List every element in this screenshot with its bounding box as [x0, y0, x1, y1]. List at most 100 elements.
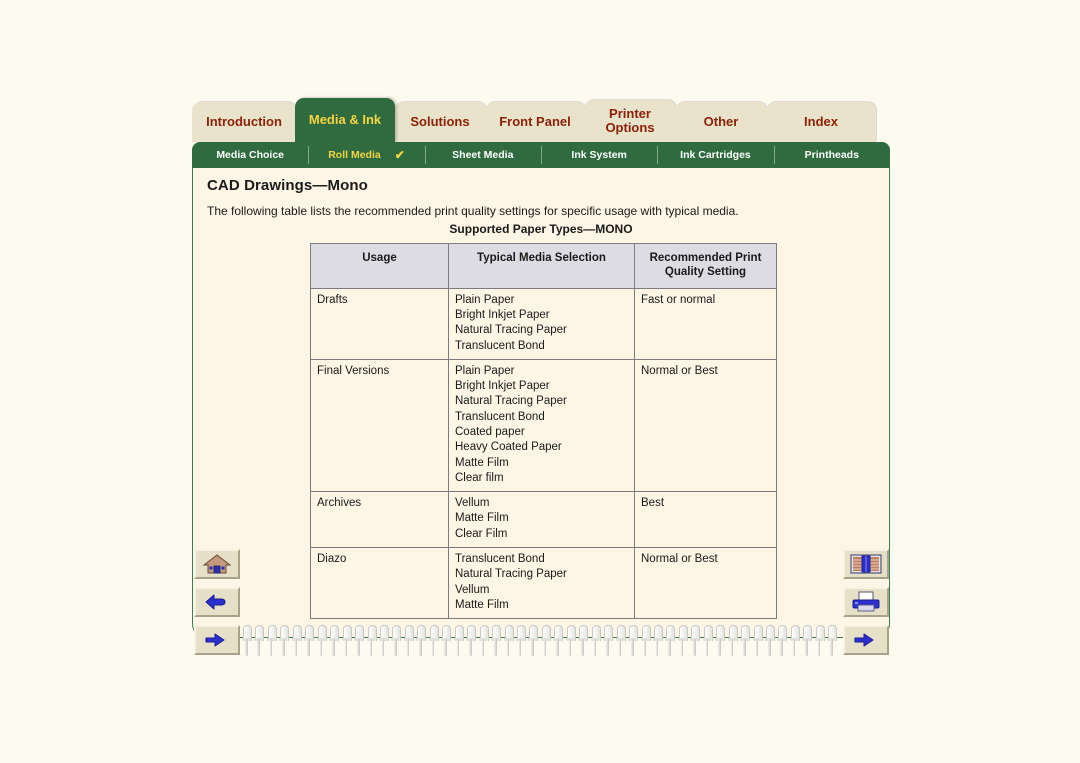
main-tab-label: Solutions — [410, 114, 470, 130]
spiral-coil — [266, 625, 277, 659]
spiral-coil — [765, 625, 776, 659]
media-item: Translucent Bond — [455, 552, 545, 565]
media-item: Translucent Bond — [455, 410, 545, 423]
home-button[interactable] — [194, 549, 240, 579]
main-tab-label: Front Panel — [499, 114, 571, 130]
forward-hand-icon — [205, 633, 225, 647]
sub-tab-printheads[interactable]: Printheads — [773, 142, 890, 168]
table-row: Archives Vellum Matte Film Clear Film Be… — [310, 491, 777, 548]
media-item: Heavy Coated Paper — [455, 441, 562, 454]
main-tab-strip: Introduction Media & Ink Solutions Front… — [192, 98, 890, 142]
spiral-coil — [291, 625, 302, 659]
main-tab-introduction[interactable]: Introduction — [192, 102, 296, 142]
media-item: Clear Film — [455, 527, 508, 540]
spiral-coil — [615, 625, 626, 659]
cell-quality: Best — [634, 491, 777, 548]
bookshelf-button[interactable] — [843, 549, 889, 579]
sub-tab-label: Sheet Media — [452, 149, 514, 161]
sub-tab-ink-cartridges[interactable]: Ink Cartridges — [657, 142, 773, 168]
spiral-coil — [702, 625, 713, 659]
cell-usage: Archives — [310, 491, 449, 548]
content-page: CAD Drawings—Mono The following table li… — [192, 168, 890, 638]
main-tab-label: Index — [804, 114, 838, 130]
paper-types-table: Usage Typical Media Selection Recommende… — [310, 243, 777, 620]
spiral-coil — [441, 625, 452, 659]
spiral-coil — [378, 625, 389, 659]
spiral-coil — [628, 625, 639, 659]
home-icon — [202, 554, 232, 574]
column-header-text: Usage — [362, 252, 397, 264]
sub-tab-label: Media Choice — [216, 149, 284, 161]
column-header-text: Typical Media Selection — [477, 252, 606, 264]
back-button[interactable] — [194, 587, 240, 617]
spiral-coil — [827, 625, 838, 659]
spiral-coil — [752, 625, 763, 659]
column-header-text-line2: Quality Setting — [664, 266, 747, 279]
spiral-coil — [403, 625, 414, 659]
main-tab-front-panel[interactable]: Front Panel — [485, 102, 585, 142]
cell-usage: Drafts — [310, 287, 449, 360]
cell-media-list: Translucent Bond Natural Tracing Paper V… — [448, 546, 635, 620]
main-tab-label: Other — [703, 114, 739, 130]
printer-icon — [852, 591, 880, 612]
main-tab-media-and-ink[interactable]: Media & Ink — [295, 98, 395, 142]
spiral-coil — [802, 625, 813, 659]
sub-tab-bar: Media Choice Roll Media ✔ Sheet Media In… — [192, 142, 890, 168]
media-item: Bright Inkjet Paper — [455, 380, 550, 393]
spiral-coil — [590, 625, 601, 659]
main-tab-label: Introduction — [206, 114, 282, 130]
print-button[interactable] — [843, 587, 889, 617]
check-icon: ✔ — [394, 148, 405, 162]
spiral-coil — [416, 625, 427, 659]
main-tab-printer-options[interactable]: Printer Options — [584, 100, 676, 142]
main-tab-other[interactable]: Other — [675, 102, 767, 142]
table-row: Final Versions Plain Paper Bright Inkjet… — [310, 358, 777, 493]
forward-button[interactable] — [194, 625, 240, 655]
spiral-coil — [677, 625, 688, 659]
spiral-binding — [242, 625, 838, 659]
spiral-coil — [354, 625, 365, 659]
sub-tab-ink-system[interactable]: Ink System — [540, 142, 657, 168]
main-tab-index[interactable]: Index — [766, 102, 876, 142]
spiral-coil — [304, 625, 315, 659]
spiral-coil — [665, 625, 676, 659]
cell-media-list: Vellum Matte Film Clear Film — [448, 491, 635, 548]
spiral-coil — [740, 625, 751, 659]
table-row: Diazo Translucent Bond Natural Tracing P… — [310, 546, 777, 620]
bookshelf-icon — [850, 554, 882, 574]
media-item: Vellum — [455, 497, 490, 510]
spiral-coil — [254, 625, 265, 659]
media-item: Natural Tracing Paper — [455, 568, 567, 581]
sub-tab-roll-media[interactable]: Roll Media ✔ — [308, 142, 424, 168]
media-item: Matte Film — [455, 456, 509, 469]
spiral-coil — [478, 625, 489, 659]
next-button[interactable] — [843, 625, 889, 655]
sub-tab-label: Ink System — [571, 149, 627, 161]
cell-media-list: Plain Paper Bright Inkjet Paper Natural … — [448, 358, 635, 493]
spiral-coil — [814, 625, 825, 659]
spiral-coil — [553, 625, 564, 659]
spiral-coil — [428, 625, 439, 659]
spiral-coil — [329, 625, 340, 659]
spiral-coil — [366, 625, 377, 659]
spiral-coil — [640, 625, 651, 659]
spiral-coil — [341, 625, 352, 659]
main-tab-solutions[interactable]: Solutions — [394, 102, 486, 142]
media-item: Natural Tracing Paper — [455, 395, 567, 408]
spiral-coil — [789, 625, 800, 659]
sub-tab-media-choice[interactable]: Media Choice — [192, 142, 308, 168]
cell-usage: Final Versions — [310, 358, 449, 493]
media-item: Bright Inkjet Paper — [455, 309, 550, 322]
column-header-text-line1: Recommended Print — [649, 252, 762, 264]
cell-quality: Normal or Best — [634, 546, 777, 620]
spiral-coil — [503, 625, 514, 659]
help-viewer-window: Introduction Media & Ink Solutions Front… — [0, 0, 1080, 763]
spiral-coil — [540, 625, 551, 659]
column-header-recommended-print-quality-setting: Recommended Print Quality Setting — [634, 243, 777, 289]
cell-media-list: Plain Paper Bright Inkjet Paper Natural … — [448, 287, 635, 360]
table-row: Drafts Plain Paper Bright Inkjet Paper N… — [310, 287, 777, 360]
page-title: CAD Drawings—Mono — [207, 177, 368, 194]
sub-tab-sheet-media[interactable]: Sheet Media — [424, 142, 541, 168]
page-intro-text: The following table lists the recommende… — [207, 204, 739, 218]
media-item: Translucent Bond — [455, 339, 545, 352]
